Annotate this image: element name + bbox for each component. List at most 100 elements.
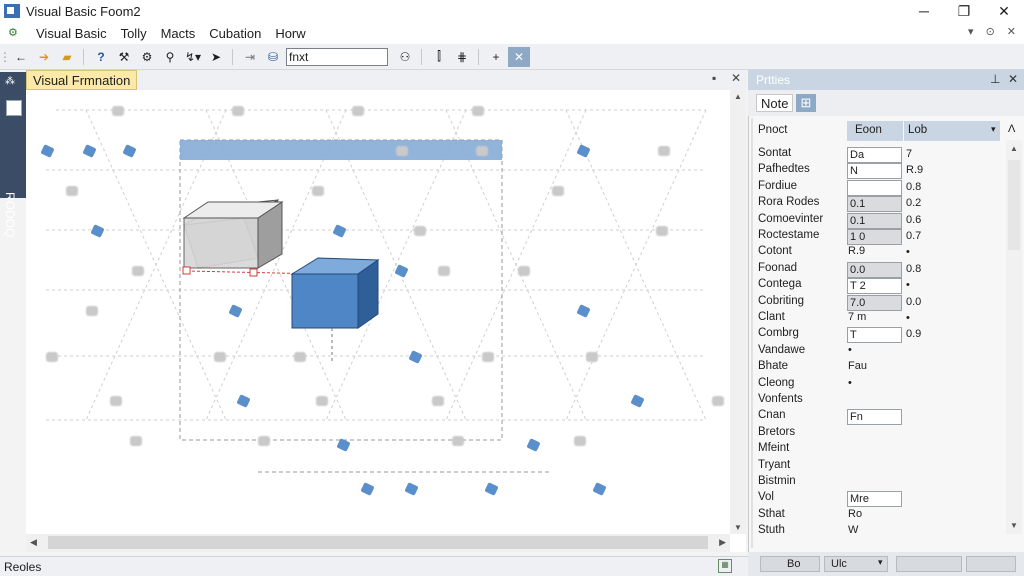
property-row[interactable]: Vandawe • — [758, 344, 1010, 361]
doc-pin-icon[interactable]: ▪ — [712, 71, 716, 85]
canvas-vertical-scrollbar[interactable]: ▲ ▼ — [730, 90, 746, 534]
property-value-field[interactable]: 1 0 — [847, 229, 902, 245]
document-tab[interactable]: Visual Frmnation — [26, 70, 138, 90]
bottom-field-3[interactable] — [896, 556, 962, 572]
back-arrow-icon[interactable]: ← — [10, 47, 32, 67]
header-sort-icon[interactable]: Ʌ — [1008, 123, 1015, 135]
property-row[interactable]: Contega T 2 • — [758, 278, 1010, 295]
property-row[interactable]: Bhate Fau — [758, 360, 1010, 377]
tab-note[interactable]: Note — [756, 94, 794, 112]
menu-visual-basic[interactable]: Visual Basic — [36, 26, 107, 41]
minimize-button[interactable]: ─ — [904, 0, 944, 22]
collapse-icon[interactable]: ✕ — [508, 46, 530, 67]
props-scroll-up-icon[interactable]: ▲ — [1010, 144, 1018, 153]
property-row[interactable]: Cleong • — [758, 377, 1010, 394]
property-value-field[interactable]: 0.1 — [847, 196, 902, 213]
pointer-icon[interactable]: ➤ — [205, 47, 227, 67]
database-icon[interactable]: ⛁ — [262, 47, 284, 67]
close-button[interactable]: ✕ — [984, 0, 1024, 22]
properties-header-col2[interactable]: Lob — [904, 121, 1000, 141]
props-scroll-down-icon[interactable]: ▼ — [1010, 521, 1018, 530]
run-dropdown-icon[interactable]: ↯▾ — [182, 47, 204, 67]
property-row[interactable]: Mfeint — [758, 442, 1010, 459]
status-grid-icon[interactable]: ▦ — [718, 559, 732, 573]
property-row[interactable]: Fordiue 0.8 — [758, 179, 1010, 197]
toolbox-button[interactable] — [6, 100, 22, 116]
properties-pin-icon[interactable]: ⊥ — [990, 72, 1000, 86]
menu-close-icon[interactable]: ✕ — [1007, 25, 1016, 38]
property-value-field[interactable]: N — [847, 163, 902, 180]
property-row[interactable]: Bistmin — [758, 475, 1010, 492]
property-secondary-value[interactable]: 0.2 — [906, 197, 921, 209]
design-canvas[interactable] — [26, 90, 730, 534]
search-tool-icon[interactable]: ⚲ — [159, 47, 181, 67]
arrow-icon[interactable]: ⇥ — [239, 47, 261, 67]
property-row[interactable]: Sontat Da 7 — [758, 147, 1010, 164]
property-secondary-value[interactable]: 7 — [906, 148, 912, 160]
property-row[interactable]: Tryant — [758, 459, 1010, 476]
property-value-field[interactable]: T 2 — [847, 278, 902, 295]
property-row[interactable]: Cnan Fn — [758, 409, 1010, 426]
property-secondary-value[interactable]: 0.0 — [906, 296, 921, 308]
align-icon[interactable]: ⫿ — [428, 47, 450, 67]
property-row[interactable]: Roctestame 1 0 0.7 — [758, 229, 1010, 246]
property-secondary-value[interactable]: 0.8 — [906, 263, 921, 275]
bottom-field-1[interactable]: Bo — [760, 556, 820, 572]
property-row[interactable]: Bretors — [758, 426, 1010, 443]
header-dropdown-icon[interactable]: ▾ — [991, 124, 996, 135]
property-value-field[interactable]: Da — [847, 147, 902, 163]
doc-close-icon[interactable]: ✕ — [731, 71, 741, 85]
forward-arrow-icon[interactable]: ➔ — [33, 47, 55, 67]
property-secondary-value[interactable]: 0.9 — [906, 328, 921, 340]
property-row[interactable]: Comoevinter 0.1 0.6 — [758, 212, 1010, 230]
menu-tolly[interactable]: Tolly — [121, 26, 147, 41]
property-row[interactable]: Vonfents — [758, 393, 1010, 410]
properties-close-icon[interactable]: ✕ — [1008, 72, 1018, 86]
bottom-dropdown-icon[interactable]: ▾ — [878, 557, 883, 568]
tab-categorized[interactable]: ⊞ — [796, 94, 816, 112]
property-secondary-value[interactable]: 0.7 — [906, 230, 921, 242]
menu-macts[interactable]: Macts — [161, 26, 196, 41]
menu-pin-icon[interactable]: ⊙ — [986, 25, 995, 38]
property-value-field[interactable]: Mre — [847, 491, 902, 508]
menu-horw[interactable]: Horw — [275, 26, 305, 41]
property-value-field[interactable] — [847, 179, 902, 196]
menu-dropdown-icon[interactable]: ▾ — [968, 25, 974, 38]
horizontal-scroll-thumb[interactable] — [48, 536, 708, 549]
property-row[interactable]: Combrg T 0.9 — [758, 327, 1010, 344]
help-icon[interactable]: ? — [90, 47, 112, 67]
property-value-field[interactable]: T — [847, 327, 902, 344]
properties-header-col1[interactable]: Eoon — [847, 121, 903, 141]
property-secondary-value[interactable]: 0.6 — [906, 214, 921, 226]
maximize-button[interactable]: ❐ — [944, 0, 984, 22]
scroll-up-icon[interactable]: ▲ — [734, 92, 742, 101]
property-value-field[interactable]: 0.0 — [847, 261, 902, 278]
property-row[interactable]: Clant 7 m • — [758, 311, 1010, 328]
properties-scroll-thumb[interactable] — [1008, 160, 1020, 250]
bottom-field-4[interactable] — [966, 556, 1016, 572]
property-row[interactable]: Stuth W — [758, 524, 1010, 541]
property-row[interactable]: Cotont R.9 • — [758, 245, 1010, 262]
scroll-down-icon[interactable]: ▼ — [734, 523, 742, 532]
property-value-field[interactable]: Fn — [847, 409, 902, 426]
add-icon[interactable]: + — [485, 47, 507, 67]
property-row[interactable]: Pafhedtes N R.9 — [758, 163, 1010, 180]
scroll-right-icon[interactable]: ▶ — [719, 537, 726, 548]
tools-icon[interactable]: ⚒ — [113, 47, 135, 67]
property-row[interactable]: Rora Rodes 0.1 0.2 — [758, 196, 1010, 213]
property-row[interactable]: Foonad 0.0 0.8 — [758, 261, 1010, 279]
scroll-left-icon[interactable]: ◀ — [30, 537, 37, 548]
menu-cubation[interactable]: Cubation — [209, 26, 261, 41]
property-row[interactable]: Sthat Ro — [758, 508, 1010, 525]
property-row[interactable]: Vol Mre — [758, 491, 1010, 508]
open-folder-icon[interactable]: ▰ — [56, 47, 78, 67]
settings-icon[interactable]: ⚙ — [136, 47, 158, 67]
toolbar-search-input[interactable]: fnxt — [286, 47, 388, 66]
property-value-field[interactable]: 7.0 — [847, 294, 902, 311]
toolbox-strip[interactable]: ⁂ RODOQ — [0, 72, 26, 237]
property-secondary-value[interactable]: • — [906, 246, 910, 258]
property-value-field[interactable]: 0.1 — [847, 212, 902, 229]
property-secondary-value[interactable]: R.9 — [906, 164, 923, 176]
property-secondary-value[interactable]: 0.8 — [906, 181, 921, 193]
property-secondary-value[interactable]: • — [906, 312, 910, 324]
